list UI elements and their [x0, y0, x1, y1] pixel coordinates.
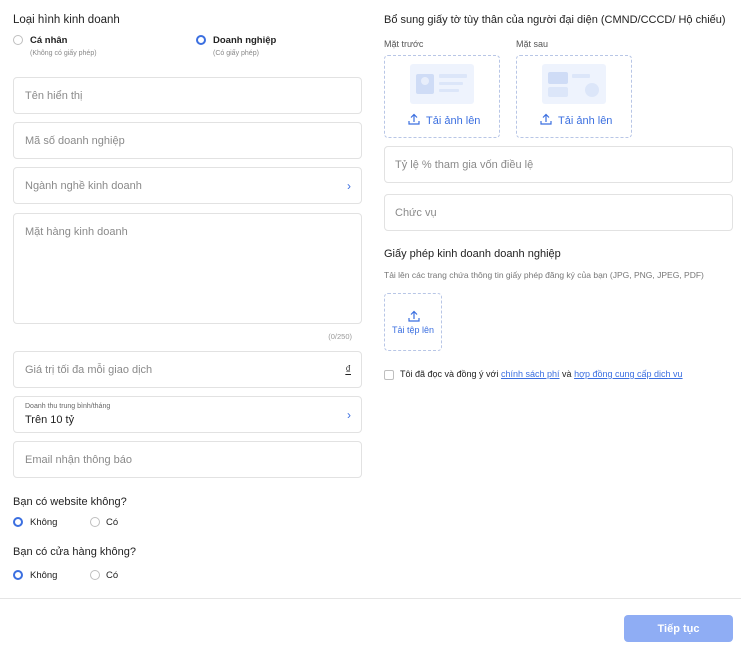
position-field[interactable]: Chức vụ	[384, 194, 733, 231]
upload-icon	[408, 113, 420, 128]
front-label: Mặt trước	[384, 39, 424, 49]
next-button[interactable]: Tiếp tục	[624, 615, 733, 642]
business-code-field[interactable]: Mã số doanh nghiệp	[13, 122, 362, 159]
radio-individual-sub: (Không có giấy phép)	[30, 50, 97, 57]
agree-middle: và	[562, 369, 572, 379]
website-question: Bạn có website không?	[13, 496, 127, 508]
radio-store-no[interactable]	[13, 570, 23, 580]
chevron-right-icon: ›	[347, 178, 351, 193]
service-contract-link[interactable]: hợp đồng cung cấp dịch vụ	[574, 369, 682, 379]
radio-individual-label[interactable]: Cá nhân	[30, 35, 67, 46]
position-placeholder: Chức vụ	[395, 206, 437, 219]
max-value-field[interactable]: Giá trị tối đa mỗi giao dịch ₫	[13, 351, 362, 388]
footer-divider	[0, 598, 741, 599]
radio-website-yes[interactable]	[90, 517, 100, 527]
radio-enterprise-sub: (Có giấy phép)	[213, 50, 259, 57]
revenue-label: Doanh thu trung bình/tháng	[25, 403, 111, 410]
max-value-placeholder: Giá trị tối đa mỗi giao dịch	[25, 363, 153, 376]
id-docs-title: Bổ sung giấy tờ tùy thân của người đại d…	[384, 14, 726, 26]
industry-placeholder: Ngành nghề kinh doanh	[25, 179, 142, 192]
capital-ratio-placeholder: Tỷ lệ % tham gia vốn điều lệ	[395, 158, 534, 171]
display-name-field[interactable]: Tên hiển thị	[13, 77, 362, 114]
id-front-illustration	[410, 64, 474, 104]
agree-prefix: Tôi đã đọc và đồng ý với	[400, 369, 499, 379]
email-field[interactable]: Email nhận thông báo	[13, 441, 362, 478]
upload-back-label: Tải ảnh lên	[558, 114, 613, 127]
email-placeholder: Email nhận thông báo	[25, 453, 133, 466]
products-counter: (0/250)	[328, 332, 352, 341]
upload-license-label: Tải tệp lên	[391, 325, 435, 335]
display-name-placeholder: Tên hiển thị	[25, 89, 83, 102]
agree-checkbox[interactable]	[384, 370, 394, 380]
currency-unit: ₫	[345, 363, 351, 376]
fee-policy-link[interactable]: chính sách phí	[501, 369, 560, 379]
upload-license-box[interactable]: Tải tệp lên	[384, 293, 442, 351]
agree-text: Tôi đã đọc và đồng ý với chính sách phí …	[400, 369, 683, 379]
radio-website-yes-label[interactable]: Có	[106, 517, 118, 528]
revenue-value: Trên 10 tỷ	[25, 414, 75, 426]
upload-back-button[interactable]: Tải ảnh lên	[540, 113, 612, 128]
business-type-title: Loại hình kinh doanh	[13, 14, 120, 26]
radio-enterprise[interactable]	[196, 35, 206, 45]
radio-store-yes-label[interactable]: Có	[106, 570, 118, 581]
chevron-right-icon: ›	[347, 407, 351, 422]
revenue-select[interactable]: Doanh thu trung bình/tháng Trên 10 tỷ ›	[13, 396, 362, 433]
radio-individual[interactable]	[13, 35, 23, 45]
license-note: Tải lên các trang chứa thông tin giấy ph…	[384, 270, 704, 280]
products-textarea[interactable]: Mặt hàng kinh doanh	[13, 213, 362, 324]
capital-ratio-field[interactable]: Tỷ lệ % tham gia vốn điều lệ	[384, 146, 733, 183]
back-label: Mặt sau	[516, 39, 549, 49]
products-placeholder: Mặt hàng kinh doanh	[25, 226, 128, 238]
radio-website-no-label[interactable]: Không	[30, 517, 57, 528]
business-code-placeholder: Mã số doanh nghiệp	[25, 134, 125, 147]
upload-front-button[interactable]: Tải ảnh lên	[408, 113, 480, 128]
upload-front-box[interactable]: Tải ảnh lên	[384, 55, 500, 138]
store-question: Bạn có cửa hàng không?	[13, 546, 136, 558]
radio-store-no-label[interactable]: Không	[30, 570, 57, 581]
license-title: Giấy phép kinh doanh doanh nghiệp	[384, 248, 561, 260]
upload-back-box[interactable]: Tải ảnh lên	[516, 55, 632, 138]
upload-icon	[540, 113, 552, 128]
id-back-illustration	[542, 64, 606, 104]
radio-enterprise-label[interactable]: Doanh nghiệp	[213, 35, 276, 46]
industry-select[interactable]: Ngành nghề kinh doanh ›	[13, 167, 362, 204]
radio-store-yes[interactable]	[90, 570, 100, 580]
upload-front-label: Tải ảnh lên	[426, 114, 481, 127]
radio-website-no[interactable]	[13, 517, 23, 527]
